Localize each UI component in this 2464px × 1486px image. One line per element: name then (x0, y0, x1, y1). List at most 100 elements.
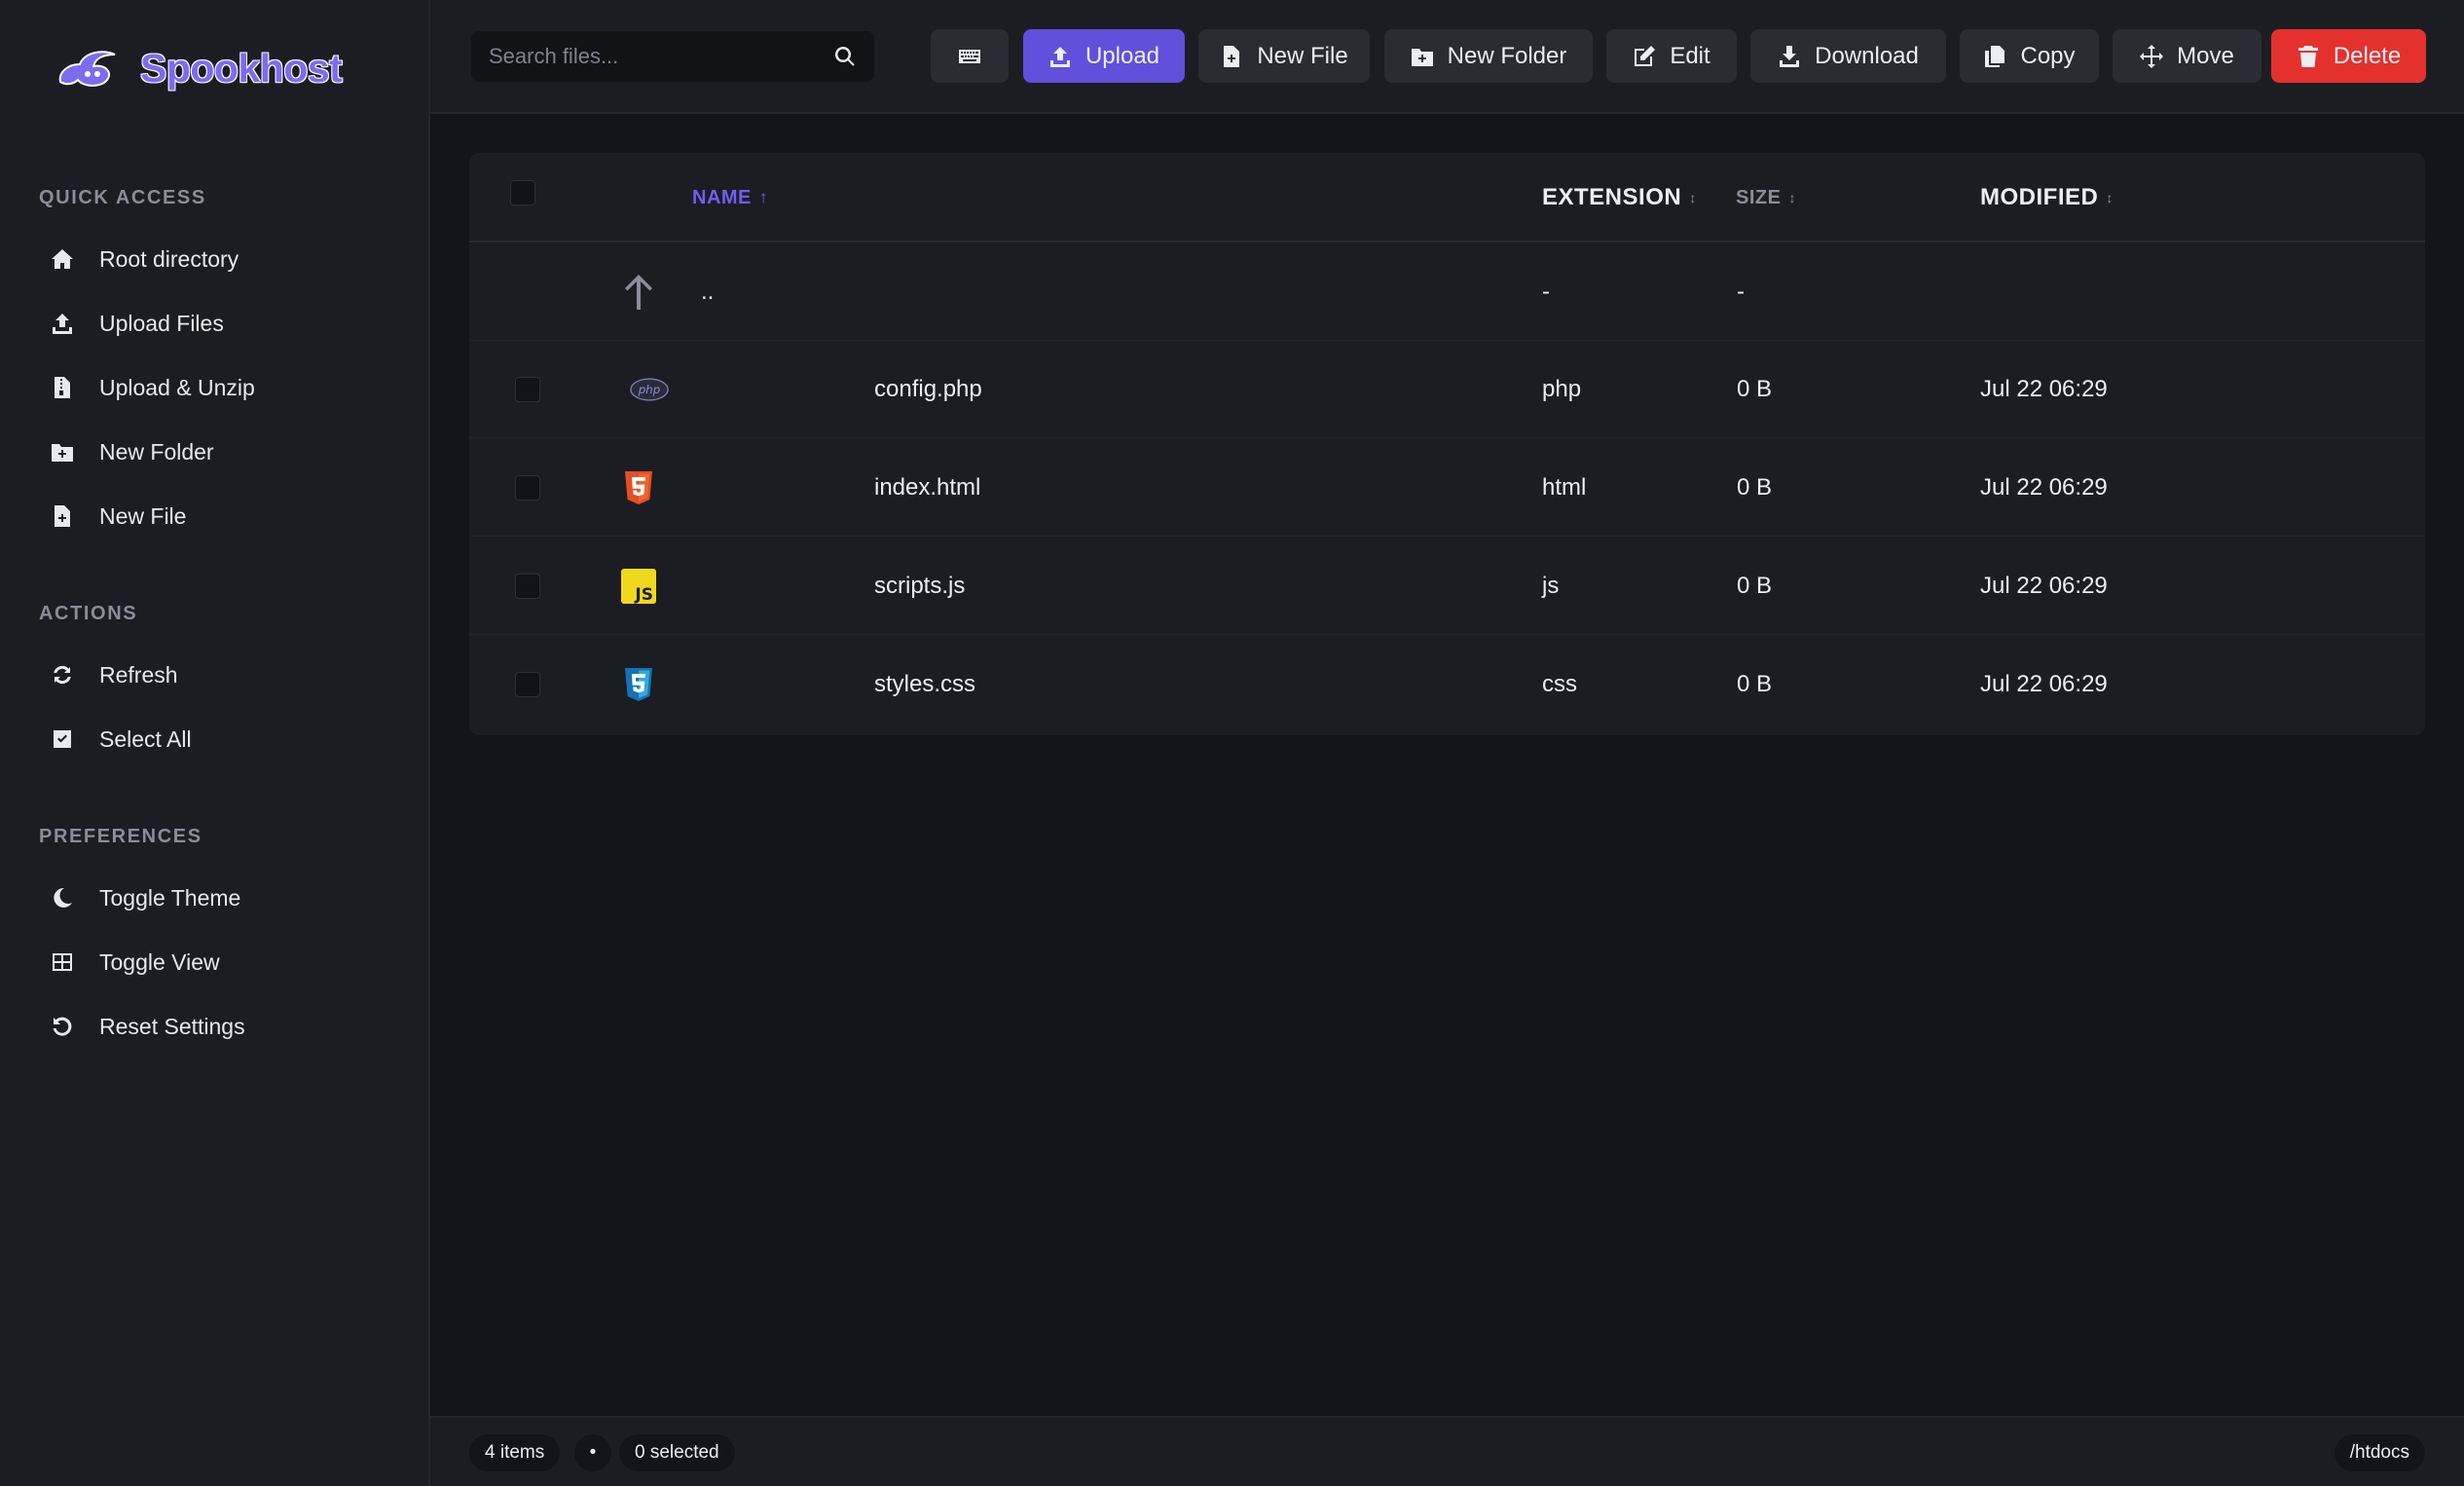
check-square-icon (49, 725, 76, 753)
file-table: NAME ↑ EXTENSION ↕ SIZE ↕ MODIFIED ↕ .. … (469, 153, 2425, 735)
file-name: .. (701, 279, 715, 305)
section-title-actions: ACTIONS (39, 603, 138, 624)
search-input[interactable] (489, 44, 833, 69)
column-header-modified-label: MODIFIED (1980, 184, 2099, 210)
table-row[interactable]: JS scripts.js js 0 B Jul 22 06:29 (469, 538, 2425, 635)
brand[interactable]: Spookhost (55, 43, 343, 93)
toolbar: Upload New File New Folder Edit Download… (430, 0, 2464, 114)
sidebar-item-label: Select All (99, 725, 192, 752)
sort-icon: ↕ (2106, 190, 2114, 205)
upload-button-label: Upload (1085, 42, 1160, 69)
sidebar-item-new-file[interactable]: New File (39, 488, 409, 544)
php-icon: php (630, 341, 669, 438)
copy-icon (1985, 45, 2005, 67)
row-checkbox[interactable] (515, 672, 540, 697)
move-button[interactable]: Move (2113, 29, 2262, 83)
file-size: - (1737, 279, 1745, 305)
file-size: 0 B (1737, 474, 1773, 501)
upload-icon (49, 310, 76, 337)
trash-icon (2298, 45, 2318, 67)
file-modified: Jul 22 06:29 (1980, 376, 2108, 402)
sidebar-item-refresh[interactable]: Refresh (39, 647, 409, 703)
edit-icon (1635, 45, 1656, 66)
refresh-icon (49, 661, 76, 688)
file-manager-app: Spookhost QUICK ACCESS Root directory Up… (0, 0, 2464, 1486)
keyboard-shortcuts-button[interactable] (931, 29, 1009, 83)
sidebar: Spookhost QUICK ACCESS Root directory Up… (0, 0, 430, 1486)
download-button[interactable]: Download (1750, 29, 1946, 83)
home-icon (49, 245, 76, 273)
sidebar-item-label: Toggle View (99, 948, 220, 975)
sidebar-item-select-all[interactable]: Select All (39, 711, 409, 767)
delete-button[interactable]: Delete (2271, 29, 2426, 83)
sidebar-item-reset-settings[interactable]: Reset Settings (39, 998, 409, 1055)
parent-directory-row[interactable]: .. - - (469, 243, 2425, 341)
file-modified: Jul 22 06:29 (1980, 474, 2108, 501)
row-checkbox[interactable] (515, 574, 540, 599)
sort-asc-icon: ↑ (758, 188, 768, 206)
sidebar-item-upload-files[interactable]: Upload Files (39, 295, 409, 352)
row-checkbox[interactable] (515, 377, 540, 402)
file-extension: css (1542, 671, 1577, 697)
table-row[interactable]: index.html html 0 B Jul 22 06:29 (469, 439, 2425, 537)
copy-button[interactable]: Copy (1960, 29, 2099, 83)
sidebar-item-new-folder[interactable]: New Folder (39, 424, 409, 480)
upload-button[interactable]: Upload (1023, 29, 1185, 83)
section-title-quick-access: QUICK ACCESS (39, 187, 206, 208)
sidebar-item-toggle-theme[interactable]: Toggle Theme (39, 870, 409, 926)
new-file-button[interactable]: New File (1198, 29, 1370, 83)
file-modified: Jul 22 06:29 (1980, 671, 2108, 697)
table-row[interactable]: styles.css css 0 B Jul 22 06:29 (469, 636, 2425, 733)
edit-button[interactable]: Edit (1606, 29, 1737, 83)
download-button-label: Download (1815, 42, 1919, 69)
sidebar-item-root-directory[interactable]: Root directory (39, 231, 409, 287)
sidebar-item-label: Upload & Unzip (99, 374, 255, 400)
file-plus-icon (49, 502, 76, 530)
sidebar-item-label: Root directory (99, 245, 239, 272)
selected-count-badge: 0 selected (619, 1434, 735, 1471)
move-button-label: Move (2177, 42, 2234, 69)
status-bar: 4 items • 0 selected /htdocs (430, 1416, 2464, 1486)
edit-button-label: Edit (1670, 42, 1710, 69)
sidebar-item-label: Refresh (99, 661, 178, 687)
sidebar-item-label: Toggle Theme (99, 884, 241, 910)
css3-icon (619, 636, 658, 733)
file-size: 0 B (1737, 671, 1773, 697)
column-header-size[interactable]: SIZE ↕ (1736, 153, 1796, 242)
file-extension: html (1542, 474, 1587, 501)
search-icon[interactable] (833, 45, 857, 68)
js-icon: JS (619, 538, 658, 635)
folder-plus-icon (49, 438, 76, 465)
file-name: styles.css (874, 671, 976, 697)
sidebar-item-label: Upload Files (99, 310, 224, 336)
sidebar-item-toggle-view[interactable]: Toggle View (39, 934, 409, 990)
sidebar-item-label: Reset Settings (99, 1013, 245, 1039)
html5-icon (619, 439, 658, 537)
file-name: index.html (874, 474, 981, 501)
sidebar-item-label: New Folder (99, 438, 214, 464)
upload-icon (1049, 46, 1070, 67)
download-icon (1780, 45, 1800, 67)
current-path-badge: /htdocs (2334, 1434, 2425, 1471)
copy-button-label: Copy (2020, 42, 2076, 69)
select-all-checkbox[interactable] (510, 180, 535, 205)
item-count-badge: 4 items (469, 1434, 561, 1471)
file-extension: php (1542, 376, 1582, 402)
status-separator: • (574, 1434, 611, 1471)
column-header-extension[interactable]: EXTENSION ↕ (1542, 153, 1697, 242)
file-name: config.php (874, 376, 982, 402)
column-header-modified[interactable]: MODIFIED ↕ (1980, 153, 2114, 242)
file-modified: Jul 22 06:29 (1980, 573, 2108, 599)
brand-name: Spookhost (140, 45, 343, 91)
sidebar-item-upload-unzip[interactable]: Upload & Unzip (39, 359, 409, 416)
new-file-button-label: New File (1257, 42, 1348, 69)
new-folder-button[interactable]: New Folder (1384, 29, 1593, 83)
reset-icon (49, 1013, 76, 1040)
row-checkbox[interactable] (515, 475, 540, 501)
column-header-name[interactable]: NAME ↑ (692, 153, 768, 242)
file-extension: js (1542, 573, 1560, 599)
arrow-up-icon (619, 243, 658, 341)
file-zip-icon (49, 374, 76, 401)
column-header-size-label: SIZE (1736, 186, 1782, 208)
table-row[interactable]: php config.php php 0 B Jul 22 06:29 (469, 341, 2425, 438)
